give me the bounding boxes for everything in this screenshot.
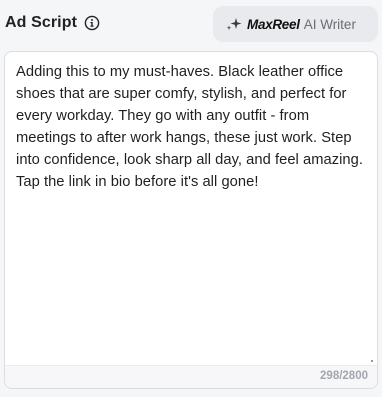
script-textarea[interactable]: Adding this to my must-haves. Black leat… (16, 61, 366, 193)
ad-script-panel: Ad Script MaxReel AI Writer Adding this … (0, 0, 382, 397)
sparkle-icon-graphic (226, 18, 242, 30)
editor-footer: 298/2800 (5, 365, 377, 388)
ai-writer-button[interactable]: MaxReel AI Writer (213, 6, 378, 42)
panel-header: Ad Script MaxReel AI Writer (0, 0, 382, 52)
info-icon[interactable] (84, 15, 100, 31)
brand-logo-text: MaxReel (247, 16, 300, 32)
resize-handle[interactable] (371, 360, 373, 362)
panel-title: Ad Script (5, 14, 78, 31)
title-group: Ad Script (5, 14, 100, 32)
ai-writer-label: AI Writer (303, 16, 356, 32)
character-counter: 298/2800 (320, 370, 368, 382)
script-editor[interactable]: Adding this to my must-haves. Black leat… (4, 51, 378, 389)
info-icon-graphic (84, 15, 100, 31)
sparkle-icon (226, 17, 242, 31)
